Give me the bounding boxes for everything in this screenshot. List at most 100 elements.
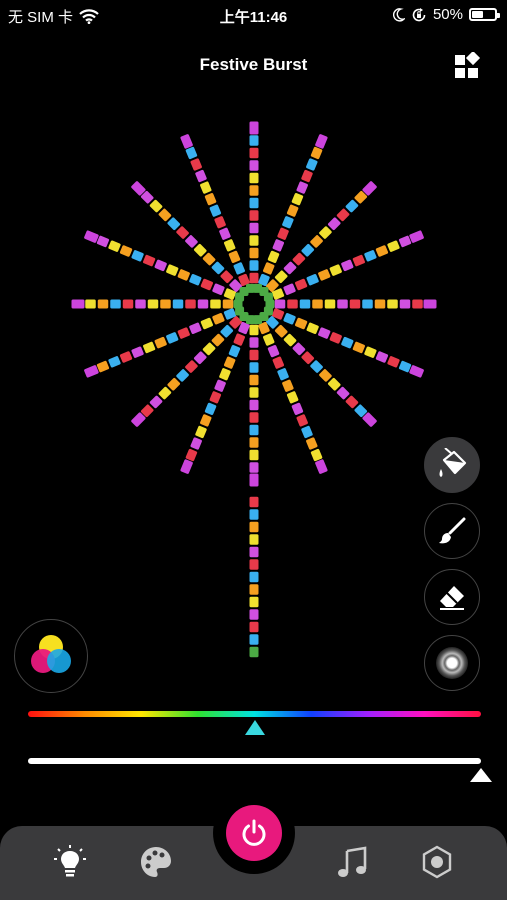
stem-segment[interactable] [249, 571, 259, 583]
burst-ray-segment[interactable] [135, 299, 146, 309]
burst-ray-segment[interactable] [85, 299, 96, 309]
burst-ray-segment[interactable] [249, 449, 259, 461]
burst-ray-segment[interactable] [329, 332, 342, 344]
burst-ray-segment[interactable] [249, 247, 259, 259]
burst-ray-segment[interactable] [345, 395, 359, 409]
burst-ray-segment[interactable] [283, 333, 297, 347]
burst-ray-segment[interactable] [249, 424, 259, 436]
burst-ray-segment[interactable] [282, 379, 294, 392]
burst-ray-segment[interactable] [318, 269, 331, 281]
burst-ray-segment[interactable] [249, 324, 259, 336]
burst-ray-segment[interactable] [189, 322, 202, 335]
stem-segment[interactable] [249, 621, 259, 633]
burst-ray-segment[interactable] [84, 230, 99, 243]
burst-ray-segment[interactable] [409, 230, 424, 243]
burst-ray-segment[interactable] [364, 346, 377, 358]
stem-segment[interactable] [249, 634, 259, 645]
burst-ray-segment[interactable] [177, 327, 190, 339]
burst-ray-segment[interactable] [312, 299, 323, 309]
burst-ray-segment[interactable] [71, 299, 85, 309]
paint-bucket-button[interactable] [424, 437, 480, 493]
burst-ray-segment[interactable] [147, 299, 159, 309]
white-slider-thumb[interactable] [470, 768, 492, 782]
stem-segment[interactable] [249, 496, 259, 508]
burst-ray-segment[interactable] [220, 270, 234, 284]
burst-ray-segment[interactable] [349, 299, 361, 309]
burst-ray-segment[interactable] [301, 425, 313, 439]
stem-segment[interactable] [249, 584, 259, 595]
burst-ray-segment[interactable] [299, 299, 311, 309]
burst-ray-segment[interactable] [167, 377, 181, 391]
burst-ray-segment[interactable] [310, 448, 323, 462]
burst-ray-segment[interactable] [318, 327, 331, 339]
burst-ray-segment[interactable] [197, 299, 209, 309]
burst-ray-segment[interactable] [154, 259, 167, 272]
burst-ray-segment[interactable] [249, 437, 259, 448]
burst-ray-segment[interactable] [200, 414, 212, 427]
burst-ray-segment[interactable] [283, 283, 296, 295]
burst-ray-segment[interactable] [398, 235, 412, 248]
burst-ray-segment[interactable] [336, 386, 350, 400]
burst-ray-segment[interactable] [249, 210, 259, 221]
burst-ray-segment[interactable] [228, 250, 241, 263]
color-mix-button[interactable] [14, 619, 88, 693]
burst-ray-segment[interactable] [200, 317, 213, 330]
stem-segment[interactable] [249, 521, 259, 533]
burst-ray-segment[interactable] [211, 333, 225, 347]
burst-ray-segment[interactable] [219, 227, 231, 240]
burst-ray-segment[interactable] [233, 262, 245, 275]
burst-ray-segment[interactable] [306, 322, 319, 335]
burst-ray-segment[interactable] [274, 270, 288, 284]
stem-segment[interactable] [249, 534, 259, 545]
burst-ray-segment[interactable] [301, 351, 315, 365]
burst-ray-segment[interactable] [202, 252, 216, 266]
burst-ray-segment[interactable] [375, 245, 389, 257]
burst-ray-segment[interactable] [195, 169, 207, 183]
burst-ray-segment[interactable] [263, 262, 275, 275]
burst-ray-segment[interactable] [210, 299, 221, 309]
burst-ray-segment[interactable] [200, 181, 212, 194]
burst-ray-segment[interactable] [324, 299, 336, 309]
burst-ray-segment[interactable] [143, 254, 156, 267]
burst-ray-segment[interactable] [272, 239, 285, 252]
burst-ray-segment[interactable] [185, 360, 199, 374]
burst-ray-segment[interactable] [291, 402, 304, 415]
burst-ray-segment[interactable] [249, 147, 259, 159]
burst-ray-segment[interactable] [327, 217, 341, 231]
burst-ray-segment[interactable] [166, 332, 179, 344]
burst-ray-segment[interactable] [274, 324, 288, 338]
burst-ray-segment[interactable] [223, 356, 236, 369]
burst-ray-segment[interactable] [272, 356, 285, 369]
burst-ray-segment[interactable] [158, 208, 172, 222]
burst-ray-segment[interactable] [306, 158, 318, 171]
burst-ray-segment[interactable] [220, 324, 234, 338]
burst-ray-segment[interactable] [180, 459, 193, 474]
burst-ray-segment[interactable] [211, 261, 225, 275]
burst-ray-segment[interactable] [172, 299, 184, 309]
burst-ray-segment[interactable] [249, 349, 259, 361]
stem-segment[interactable] [249, 609, 259, 620]
tab-music[interactable] [334, 844, 370, 880]
burst-hub-segment[interactable] [263, 292, 273, 302]
burst-ray-segment[interactable] [96, 360, 110, 373]
burst-ray-segment[interactable] [177, 269, 190, 281]
burst-ray-segment[interactable] [212, 283, 225, 295]
hue-slider-thumb[interactable] [244, 720, 265, 735]
burst-ray-segment[interactable] [222, 299, 234, 309]
burst-ray-segment[interactable] [131, 346, 144, 358]
burst-ray-segment[interactable] [306, 273, 319, 286]
burst-ray-segment[interactable] [209, 204, 222, 217]
burst-ray-segment[interactable] [296, 181, 308, 194]
burst-ray-segment[interactable] [341, 259, 354, 272]
burst-ray-segment[interactable] [337, 299, 348, 309]
white-slider[interactable] [28, 758, 481, 764]
burst-ray-segment[interactable] [283, 313, 296, 325]
burst-ray-segment[interactable] [286, 391, 299, 404]
burst-ray-segment[interactable] [412, 299, 423, 309]
burst-ray-segment[interactable] [398, 360, 412, 373]
hue-slider[interactable] [28, 711, 481, 717]
burst-ray-segment[interactable] [189, 273, 202, 286]
burst-ray-segment[interactable] [249, 473, 259, 487]
stem-segment[interactable] [249, 596, 259, 608]
burst-ray-segment[interactable] [108, 240, 121, 252]
